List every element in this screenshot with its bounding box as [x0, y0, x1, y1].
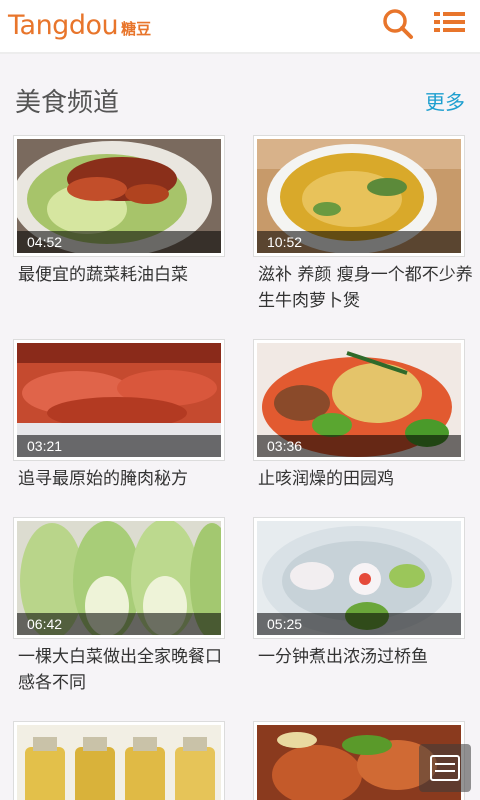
app-header: Tangdou 糖豆 [0, 0, 480, 54]
search-icon [383, 9, 413, 39]
logo-cjk-text: 糖豆 [121, 20, 152, 38]
video-card[interactable]: 03:36 [253, 339, 465, 461]
video-thumbnail: 04:52 [17, 139, 221, 253]
video-card[interactable]: 06:42 [13, 517, 225, 639]
thumbnail-image [17, 725, 221, 800]
video-card[interactable]: 10:52 [253, 135, 465, 257]
video-thumbnail [17, 725, 221, 800]
video-title[interactable]: 一棵大白菜做出全家晚餐口感各不同 [18, 644, 233, 696]
video-duration: 10:52 [267, 234, 303, 250]
section-header: 美食频道 更多 [0, 78, 480, 122]
more-link[interactable]: 更多 [425, 86, 465, 115]
video-title[interactable]: 最便宜的蔬菜耗油白菜 [18, 262, 233, 288]
video-thumbnail: 03:36 [257, 343, 461, 457]
video-thumbnail: 05:25 [257, 521, 461, 635]
menu-button[interactable] [430, 6, 470, 46]
search-button[interactable] [378, 6, 418, 46]
video-duration: 05:25 [267, 616, 303, 632]
logo-text: Tangdou [8, 10, 119, 41]
app-logo[interactable]: Tangdou 糖豆 [8, 10, 151, 46]
video-title[interactable]: 止咳润燥的田园鸡 [258, 466, 473, 492]
floating-button[interactable] [419, 744, 471, 792]
video-title[interactable]: 滋补 养颜 瘦身一个都不少养生牛肉萝卜煲 [258, 262, 473, 314]
video-card[interactable]: 05:25 [253, 517, 465, 639]
video-card[interactable]: 04:52 [13, 135, 225, 257]
video-thumbnail: 03:21 [17, 343, 221, 457]
video-card[interactable] [13, 721, 225, 800]
window-icon [430, 755, 460, 781]
video-duration: 04:52 [27, 234, 63, 250]
video-thumbnail: 06:42 [17, 521, 221, 635]
video-duration: 03:36 [267, 438, 303, 454]
video-duration: 03:21 [27, 438, 63, 454]
section-title: 美食频道 [15, 88, 120, 118]
video-title[interactable]: 追寻最原始的腌肉秘方 [18, 466, 233, 492]
video-thumbnail: 10:52 [257, 139, 461, 253]
video-card[interactable]: 03:21 [13, 339, 225, 461]
video-title[interactable]: 一分钟煮出浓汤过桥鱼 [258, 644, 473, 670]
video-duration: 06:42 [27, 616, 63, 632]
menu-icon [434, 12, 465, 32]
